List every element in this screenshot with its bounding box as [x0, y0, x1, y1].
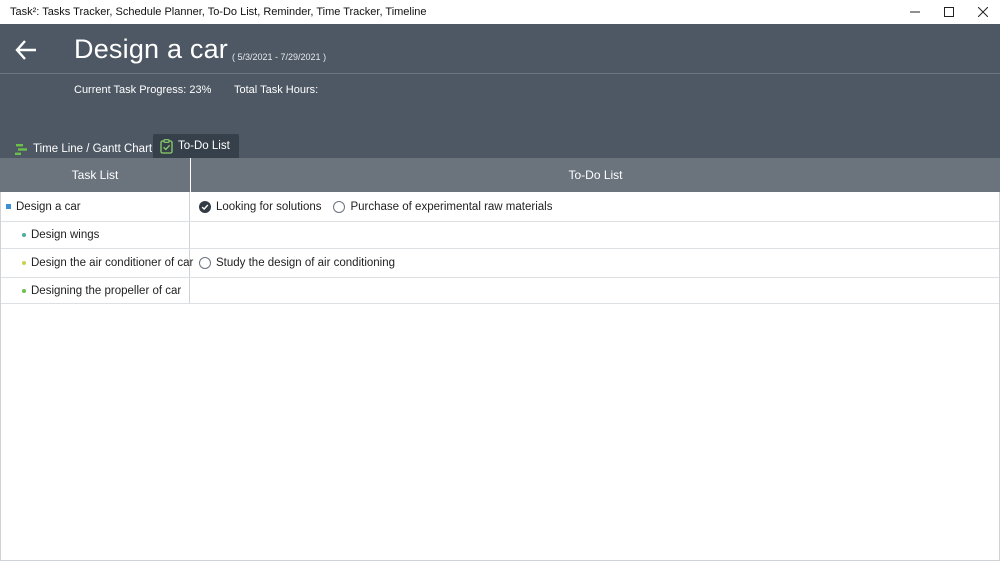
task-header: Design a car ( 5/3/2021 - 7/29/2021 ) Cu… — [0, 24, 1000, 158]
task-hours: Total Task Hours: — [234, 84, 319, 96]
table-row: Designing the propeller of car — [0, 278, 1000, 304]
task-name: Designing the propeller of car — [31, 284, 182, 297]
subtask-bullet-icon — [22, 261, 26, 265]
tab-label: Time Line / Gantt Chart — [33, 143, 153, 155]
close-icon — [978, 7, 988, 17]
tab-label: To-Do List — [178, 140, 230, 152]
window-controls — [898, 0, 1000, 24]
maximize-icon — [944, 7, 954, 17]
table-row: Design wings — [0, 222, 1000, 249]
title-bar: Task²: Tasks Tracker, Schedule Planner, … — [0, 0, 1000, 24]
table-row: Design the air conditioner of car Study … — [0, 249, 1000, 278]
task-date-range: ( 5/3/2021 - 7/29/2021 ) — [232, 52, 327, 62]
table-row: Design a car Looking for solutions Purch… — [0, 192, 1000, 222]
gantt-icon — [15, 143, 28, 156]
task-name: Design a car — [16, 200, 81, 213]
back-arrow-icon — [15, 40, 36, 60]
clipboard-check-icon — [160, 138, 173, 154]
todo-cell: Study the design of air conditioning — [190, 249, 1000, 277]
subtask-bullet-icon — [22, 288, 26, 293]
table-header: Task List To-Do List — [0, 158, 1000, 192]
todo-label: Purchase of experimental raw materials — [350, 200, 553, 213]
app-title: Task²: Tasks Tracker, Schedule Planner, … — [10, 6, 427, 18]
close-button[interactable] — [966, 0, 1000, 24]
unchecked-circle-icon[interactable] — [199, 257, 211, 269]
todo-label: Study the design of air conditioning — [216, 257, 396, 269]
tab-todo-list[interactable]: To-Do List — [153, 134, 239, 158]
todo-cell — [190, 278, 1000, 303]
todo-label: Looking for solutions — [216, 200, 322, 213]
header-divider — [0, 73, 1000, 74]
task-name: Design wings — [31, 229, 100, 241]
back-button[interactable] — [12, 36, 40, 64]
parent-task-bullet-icon — [6, 204, 11, 209]
todo-item[interactable]: Looking for solutions — [199, 200, 322, 213]
table-left-border — [0, 192, 1, 561]
unchecked-circle-icon[interactable] — [333, 200, 346, 213]
column-header-todo-list: To-Do List — [568, 168, 623, 182]
task-cell[interactable]: Designing the propeller of car — [0, 278, 190, 303]
task-cell[interactable]: Design the air conditioner of car — [0, 249, 194, 277]
minimize-icon — [910, 11, 920, 13]
task-cell[interactable]: Design wings — [0, 222, 190, 248]
checked-circle-icon[interactable] — [199, 200, 211, 213]
task-name: Design the air conditioner of car — [31, 257, 194, 269]
maximize-button[interactable] — [932, 0, 966, 24]
todo-item[interactable]: Study the design of air conditioning — [199, 257, 395, 269]
task-progress: Current Task Progress: 23% — [74, 84, 212, 96]
task-table-body: Design a car Looking for solutions Purch… — [0, 192, 1000, 304]
page-title: Design a car — [74, 34, 228, 64]
todo-item[interactable]: Purchase of experimental raw materials — [333, 200, 553, 213]
minimize-button[interactable] — [898, 0, 932, 24]
column-header-task-list: Task List — [0, 158, 191, 192]
todo-cell: Looking for solutions Purchase of experi… — [190, 192, 1000, 221]
task-cell[interactable]: Design a car — [0, 192, 190, 221]
subtask-bullet-icon — [22, 233, 26, 237]
todo-cell — [190, 222, 1000, 248]
